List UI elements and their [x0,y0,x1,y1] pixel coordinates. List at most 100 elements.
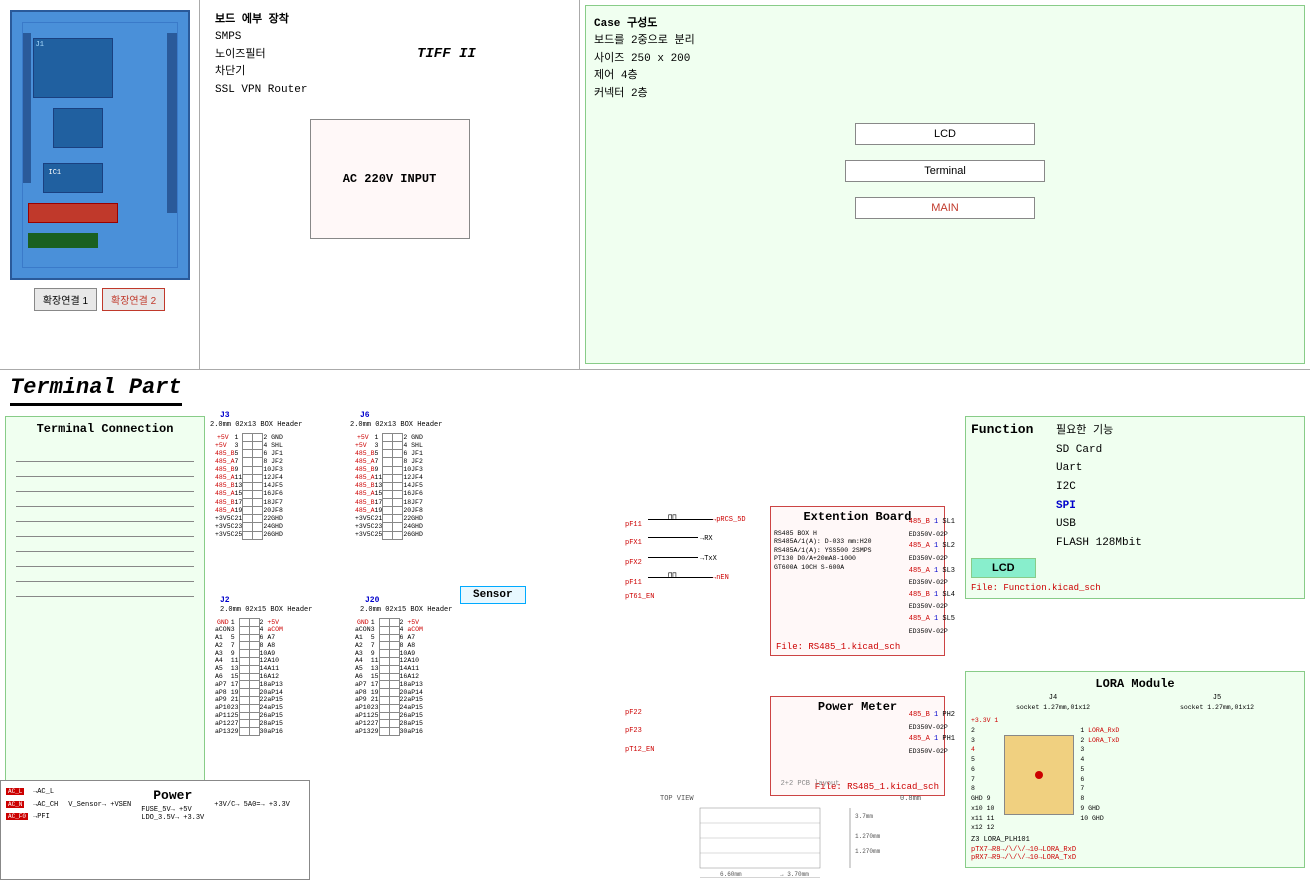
sensor-box: Sensor [460,586,526,604]
pt61-label: pT61_EN [625,593,654,601]
power-mid-labels: →AC_L →AC_CH →PFI [33,786,58,824]
pf23-label: pF23 [625,727,642,735]
func-flash: FLASH 128Mbit [1056,534,1142,553]
j20-connector: GND12+5V aCON34aCOM A156A7 A278A8 A3910A… [355,618,423,736]
board-info-title: 보드 에부 장착 [215,10,564,26]
power-fuse: FUSE_5V→ +5V LDO_3.5V→ +3.3V [141,806,204,822]
power-title-block: Power FUSE_5V→ +5V LDO_3.5V→ +3.3V [141,788,204,822]
svg-text:→ 3.70mm: → 3.70mm [780,871,809,878]
pcb-layout-label: 2+2 PCB layout [650,780,970,788]
terminal-part-title: Terminal Part [10,375,182,406]
expand-btn-2[interactable]: 확장연결 2 [102,288,165,311]
j6-connector: +5V12GND +5V34SHL 485_B56JF1 485_A78JF2 … [355,433,423,540]
pcb-inner: J1 IC1 [22,22,178,268]
function-lcd-btn[interactable]: LCD [971,558,1036,578]
lora-z3-label: Z3 [971,836,979,844]
pf14-label: pF11 [625,579,642,587]
pcb-pins-right [167,33,177,213]
terminal-conn-title: Terminal Connection [11,422,199,436]
tx-label: →TxX [700,555,717,563]
r22-label: ⊓⊓ [668,571,676,580]
board-info-area: TIFF II 보드 에부 장착 SMPS 노이즈필터 차단기 SSL VPN … [200,0,580,369]
pcb-layout-area: 2+2 PCB layout TOP VIEW 0.8mm 3.7mm 1.27… [650,780,970,880]
ac-input-label: AC 220V INPUT [343,172,437,186]
lora-title: LORA Module [971,677,1299,691]
power-area: AC_L AC_N AC_F0 →AC_L →AC_CH →PFI V_Sens… [0,780,310,880]
lora-z3: Z3 LORA_PLH101 [971,836,1299,844]
j20-label: J20 [365,596,379,605]
svg-text:0.8mm: 0.8mm [900,795,921,803]
svg-text:TOP VIEW: TOP VIEW [660,795,694,803]
svg-text:3.7mm: 3.7mm [855,813,873,820]
j6-label: J6 [360,411,370,420]
power-vsensor: V_Sensor→ +VSEN [68,801,131,809]
expand-buttons: 확장연결 1 확장연결 2 [34,288,165,311]
j6-desc: 2.0mm 02x13 BOX Header [350,421,442,429]
r21-label: ⊓⊓ [668,513,676,522]
board-info-noise: 노이즈필터 [215,47,564,65]
lora-pins-left: +3.3V 1 2 3 4 5 6 7 8 GHD 9 x10 10 [971,716,998,833]
function-content: Function 필요한 기능 SD Card Uart I2C SPI USB… [971,422,1299,553]
rs485-right-labels: 485_B 1 SL1 ED350V-02P 485_A 1 SL2 ED350… [909,516,955,637]
svg-text:1.270mm: 1.270mm [855,833,881,840]
en-label: →nEN [712,574,729,582]
func-spi: SPI [1056,497,1142,516]
j20-desc: 2.0mm 02x15 BOX Header [360,606,452,614]
board-info-breaker: 차단기 [215,64,564,82]
rx-label: →RX [700,535,713,543]
board-info-smps: SMPS [215,29,564,47]
lora-tx-rx: pTX7→R8→/\/\/→10→LORA_RxD pRX7→R9→/\/\/→… [971,846,1299,862]
case-title: Case 구성도 [594,14,1296,30]
case-line1: 보드를 2중으로 분리 [594,33,1296,51]
func-usb: USB [1056,515,1142,534]
power-content: AC_L AC_N AC_F0 →AC_L →AC_CH →PFI V_Sens… [6,786,304,824]
terminal-button[interactable]: Terminal [845,160,1045,182]
wire3 [648,537,698,538]
power-left-labels: AC_L AC_N AC_F0 [6,786,28,824]
func-needed: 필요한 기능 [1056,422,1142,441]
power-right: +3V/C→ 5A0=→ +3.3V [214,801,290,809]
lora-pins-right: 1 LORA_RxD 2 LORA_TxD 3 4 5 6 7 8 9 GHD … [1080,726,1119,824]
case-buttons: LCD Terminal MAIN [594,123,1296,219]
case-area: Case 구성도 보드를 2중으로 분리 사이즈 250 x 200 제어 4층… [585,5,1305,364]
function-box: Function 필요한 기능 SD Card Uart I2C SPI USB… [965,416,1305,599]
j3-connector: +5V12GND +5V34SHL 485_B56JF1 485_A78JF2 … [215,433,283,540]
cs-label: →pRCS_5D [712,516,746,524]
top-section: J1 IC1 확장연결 1 확장연결 2 TIFF II [0,0,1310,370]
main-button[interactable]: MAIN [855,197,1035,219]
power-title: Power [141,788,204,803]
function-lcd-btn-wrap: LCD [971,558,1299,578]
pcb-connector [28,203,118,223]
lora-descs: socket 1.27mm,01x12 socket 1.27mm,01x12 [971,704,1299,711]
lora-dot [1035,771,1043,779]
svg-text:6.60mm: 6.60mm [720,871,742,878]
pt12-label: pT12_EN [625,746,654,754]
pf13-label: pFX2 [625,559,642,567]
ac-input-box: AC 220V INPUT [310,119,470,239]
j2-label: J2 [220,596,230,605]
pm-right-labels: 485_B 1 PH2 ED350V-02P 485_A 1 PH1 ED350… [909,709,955,758]
j3-label: J3 [220,411,230,420]
board-info-ssl: SSL VPN Router [215,82,564,100]
pcb-chip-3: IC1 [43,163,103,193]
lora-box: LORA Module J4 J5 socket 1.27mm,01x12 so… [965,671,1305,868]
case-line3: 제어 4층 [594,68,1296,86]
pcb-board: J1 IC1 [10,10,190,280]
pf12-label: pFX1 [625,539,642,547]
pcb-area: J1 IC1 확장연결 1 확장연결 2 [0,0,200,369]
tiff-label: TIFF II [417,46,476,62]
j3-desc: 2.0mm 02x13 BOX Header [210,421,302,429]
case-line4: 커넥터 2층 [594,86,1296,104]
lcd-button[interactable]: LCD [855,123,1035,145]
j2-desc: 2.0mm 02x15 BOX Header [220,606,312,614]
expand-btn-1[interactable]: 확장연결 1 [34,288,97,311]
lora-module-img [1004,735,1074,815]
pf22-label: pF22 [625,709,642,717]
lora-z3-desc: LORA_PLH101 [984,836,1030,844]
function-list: 필요한 기능 SD Card Uart I2C SPI USB FLASH 12… [1056,422,1142,553]
pcb-pins-left [23,33,31,183]
wire4 [648,557,698,558]
func-sdcard: SD Card [1056,441,1142,460]
wire2 [688,519,713,520]
function-title: Function [971,422,1056,553]
